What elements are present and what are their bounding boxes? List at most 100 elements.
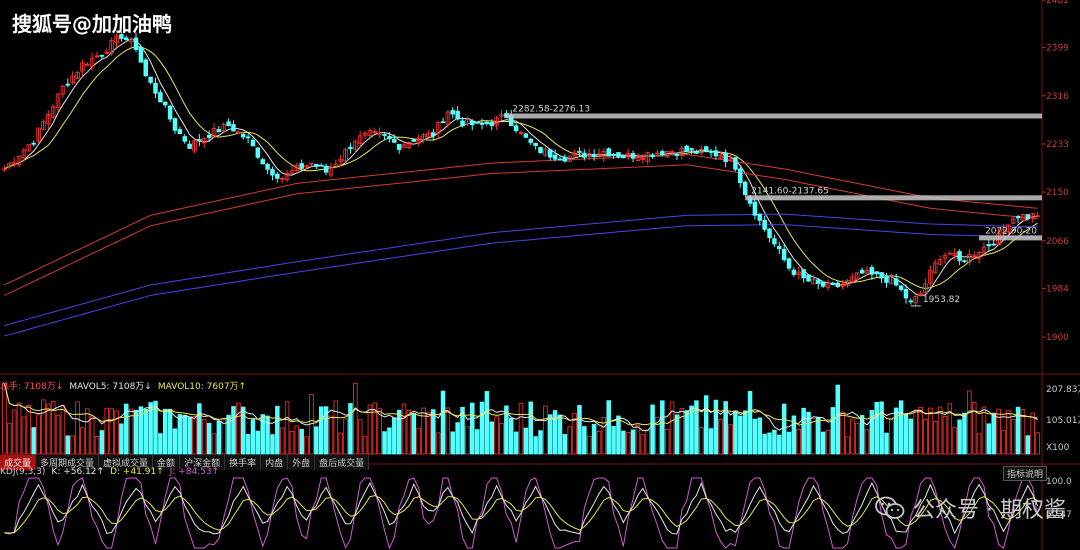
volume-bar	[986, 423, 992, 455]
volume-bar	[7, 422, 12, 455]
candle-body	[148, 76, 153, 83]
candle-body	[474, 121, 480, 124]
candle-body	[791, 269, 797, 275]
volume-bar	[567, 426, 572, 455]
volume-bar	[421, 407, 426, 455]
volume-bar	[864, 429, 870, 455]
volume-bar	[952, 427, 957, 455]
kdj-d-value: D: +41.91↑	[110, 467, 164, 477]
volume-bar	[353, 382, 358, 455]
candle-body	[898, 285, 904, 290]
candle-body	[606, 148, 611, 157]
candle-body	[991, 243, 996, 246]
candle-body	[470, 120, 475, 126]
mavol5-label: MAVOL5: 7108万↓	[69, 382, 152, 392]
volume-bar	[192, 416, 197, 455]
candle-body	[713, 150, 719, 157]
volume-tab-8[interactable]: 盘后成交量	[315, 455, 370, 470]
annotation-label: 1953.82	[923, 295, 960, 305]
volume-bars: 207.83万 105.01万 X100	[2, 382, 1080, 455]
candle-body	[830, 282, 836, 286]
volume-bar	[718, 419, 724, 455]
volume-legend: 总手: 7108万↓ MAVOL5: 7108万↓ MAVOL10: 7607万…	[0, 379, 246, 392]
volume-bar	[182, 414, 187, 455]
volume-bar	[99, 430, 105, 455]
candle-body	[270, 169, 275, 176]
volume-bar	[923, 419, 928, 455]
price-tick-label: 2399	[1046, 44, 1069, 54]
volume-bar	[650, 404, 655, 455]
candle-body	[255, 147, 261, 158]
volume-bar	[275, 405, 280, 455]
candle-body	[781, 248, 787, 260]
price-tick-label: 2066	[1046, 237, 1069, 247]
volume-bar	[932, 421, 938, 455]
volume-bar	[55, 414, 61, 455]
volume-bar	[533, 436, 538, 455]
candle-body	[513, 125, 519, 132]
volume-bar	[401, 403, 407, 455]
volume-bar	[543, 405, 548, 455]
candle-body	[874, 271, 879, 274]
volume-bar	[757, 417, 763, 455]
candle-body	[869, 267, 875, 275]
volume-bar	[811, 417, 816, 455]
candle-body	[660, 151, 665, 156]
candle-body	[143, 59, 149, 77]
volume-bar	[133, 409, 139, 455]
candle-body	[552, 154, 558, 160]
candle-body	[440, 121, 446, 124]
candle-body	[197, 139, 202, 142]
candle-body	[884, 276, 889, 283]
volume-bar	[777, 434, 782, 455]
volume-bar	[226, 414, 231, 455]
volume-bar	[928, 407, 933, 455]
volume-bar	[889, 419, 894, 455]
candle-body	[859, 269, 865, 274]
candle-body	[1015, 216, 1021, 219]
volume-bar	[606, 400, 611, 455]
candle-body	[138, 47, 144, 63]
volume-bar	[231, 406, 236, 455]
candle-body	[879, 272, 884, 279]
volume-bar	[201, 419, 207, 455]
kdj-k-value: K: +56.12↑	[51, 467, 105, 477]
candle-body	[245, 136, 251, 139]
volume-bar	[509, 417, 514, 455]
volume-bar	[143, 408, 149, 455]
volume-bar	[742, 410, 748, 455]
volume-tab-5[interactable]: 换手率	[225, 455, 262, 470]
volume-tab-6[interactable]: 内盘	[261, 455, 289, 470]
mavol10-label: MAVOL10: 7607万↑	[157, 382, 247, 392]
volume-bar	[825, 429, 831, 455]
candle-body	[153, 82, 158, 94]
volume-bar	[440, 390, 446, 455]
volume-bar	[528, 401, 533, 455]
volume-bar	[962, 412, 967, 455]
candle-body	[986, 244, 992, 247]
candle-body	[767, 228, 772, 238]
volume-bar	[660, 400, 665, 455]
candle-body	[820, 281, 826, 287]
kdj-axis-label: 100.0	[1046, 477, 1072, 487]
candle-body	[762, 219, 767, 230]
volume-tab-7[interactable]: 外盘	[288, 455, 316, 470]
volume-bar	[738, 415, 743, 455]
volume-bar	[586, 435, 592, 455]
volume-bar	[845, 436, 850, 455]
price-tick-label: 2316	[1046, 92, 1069, 102]
candle-body	[577, 151, 582, 153]
volume-bar	[518, 403, 524, 455]
volume-bar	[582, 426, 587, 455]
candle-body	[163, 101, 168, 106]
indicator-help-button[interactable]: 指标说明	[1003, 466, 1048, 481]
volume-bar	[362, 435, 368, 455]
volume-bar	[699, 427, 704, 455]
candle-body	[411, 139, 417, 142]
candle-body	[757, 213, 763, 221]
volume-bar	[406, 409, 412, 455]
volume-bar	[2, 382, 7, 455]
volume-bar	[976, 433, 982, 455]
candle-body	[752, 201, 758, 216]
candle-body	[387, 136, 392, 140]
